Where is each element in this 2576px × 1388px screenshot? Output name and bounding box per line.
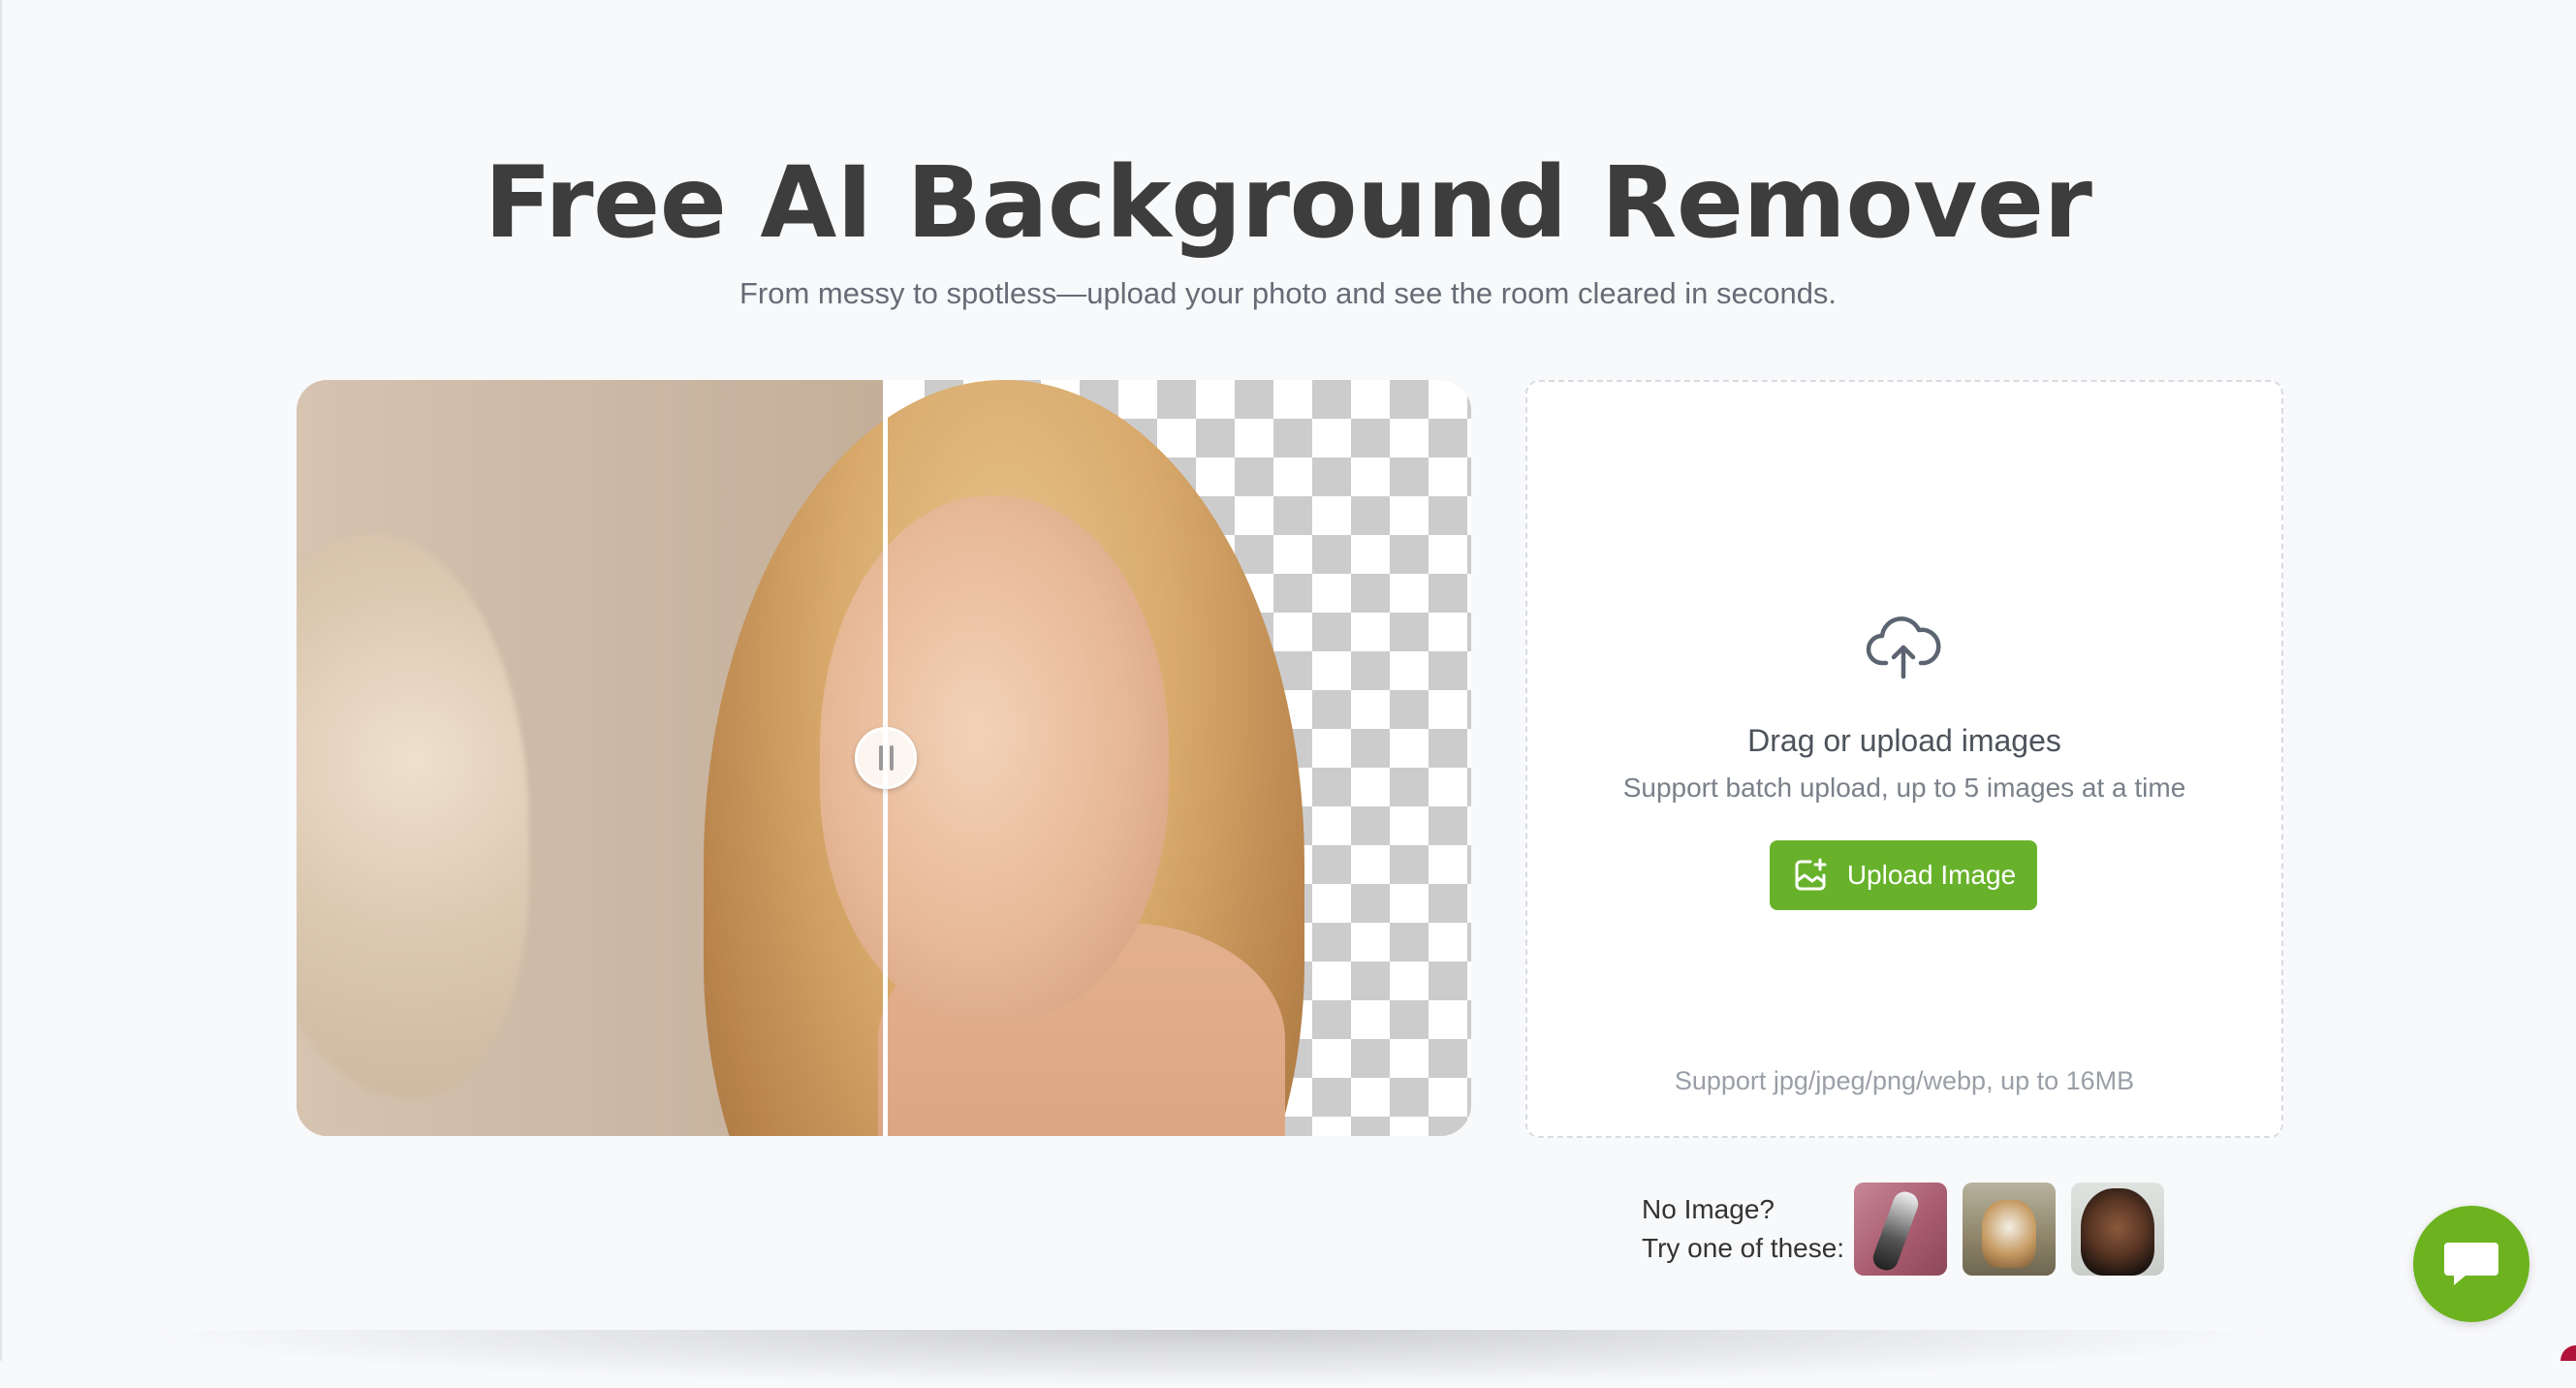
corner-accent <box>2560 1345 2576 1361</box>
upload-dropzone[interactable]: Drag or upload images Support batch uplo… <box>1525 380 2283 1138</box>
upload-image-label: Upload Image <box>1846 860 2017 890</box>
sample-prompt-line1: No Image? <box>1642 1194 1775 1224</box>
bottom-shadow <box>136 1330 2287 1388</box>
handle-grip-left <box>878 745 883 771</box>
sample-prompt: No Image? Try one of these: <box>1642 1190 1844 1268</box>
sample-product-shape <box>1869 1188 1922 1274</box>
page-subtitle: From messy to spotless—upload your photo… <box>738 276 1838 310</box>
sample-cat-shape <box>1982 1200 2036 1268</box>
upload-image-button[interactable]: Upload Image <box>1770 840 2037 910</box>
before-after-comparison[interactable] <box>297 380 1471 1136</box>
drag-upload-label: Drag or upload images <box>1747 723 2061 758</box>
statue-decoration <box>297 535 529 1097</box>
handle-grip-right <box>889 745 894 771</box>
chat-bubble-icon <box>2444 1243 2498 1285</box>
sample-image-portrait[interactable] <box>2071 1183 2164 1276</box>
batch-upload-hint: Support batch upload, up to 5 images at … <box>1622 773 2186 803</box>
add-image-icon <box>1795 858 1827 891</box>
comparison-slider-handle[interactable] <box>855 727 917 789</box>
format-hint: Support jpg/jpeg/png/webp, up to 16MB <box>1674 1066 2135 1095</box>
cloud-upload-icon <box>1866 616 1941 679</box>
page-title: Free AI Background Remover <box>484 145 2092 261</box>
chat-button[interactable] <box>2413 1206 2529 1322</box>
sample-image-cat[interactable] <box>1963 1183 2056 1276</box>
sample-portrait-shape <box>2081 1188 2154 1276</box>
sample-image-product[interactable] <box>1854 1183 1947 1276</box>
sample-prompt-line2: Try one of these: <box>1642 1233 1845 1263</box>
